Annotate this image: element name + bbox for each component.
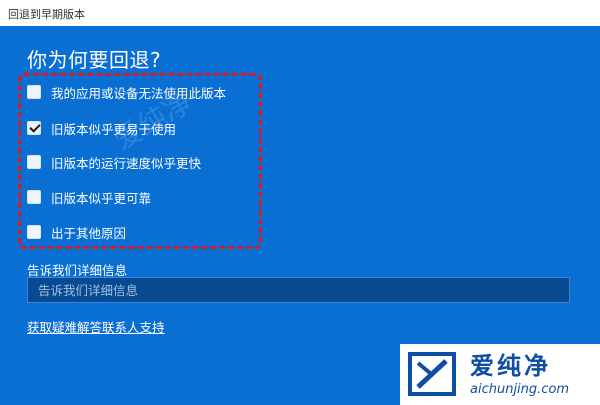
option-label: 我的应用或设备无法使用此版本 bbox=[51, 85, 227, 101]
checkbox-checked[interactable] bbox=[27, 121, 41, 135]
option-more-reliable[interactable]: 旧版本似乎更可靠 bbox=[27, 188, 151, 206]
option-label: 旧版本的运行速度似乎更快 bbox=[51, 155, 202, 171]
troubleshoot-support-link[interactable]: 获取疑难解答联系人支持 bbox=[27, 317, 165, 336]
checkbox[interactable] bbox=[27, 190, 41, 204]
checkbox[interactable] bbox=[27, 85, 41, 99]
option-easier-to-use[interactable]: 旧版本似乎更易于使用 bbox=[27, 119, 176, 137]
option-label: 旧版本似乎更可靠 bbox=[51, 190, 152, 206]
brand-name: 爱纯净 bbox=[470, 351, 551, 380]
brand-logo-icon bbox=[408, 351, 456, 396]
details-input[interactable] bbox=[27, 277, 570, 303]
page-title: 你为何要回退? bbox=[27, 48, 162, 72]
checkbox[interactable] bbox=[27, 225, 41, 239]
window-title: 回退到早期版本 bbox=[0, 0, 600, 26]
option-other-reason[interactable]: 出于其他原因 bbox=[27, 223, 126, 241]
option-faster[interactable]: 旧版本的运行速度似乎更快 bbox=[27, 153, 201, 171]
option-label: 出于其他原因 bbox=[51, 225, 127, 241]
option-app-device-incompatible[interactable]: 我的应用或设备无法使用此版本 bbox=[27, 83, 226, 101]
brand-url: aichunjing.com bbox=[470, 381, 570, 397]
watermark-badge: 爱纯净 aichunjing.com bbox=[400, 344, 600, 405]
checkbox[interactable] bbox=[27, 155, 41, 169]
option-label: 旧版本似乎更易于使用 bbox=[51, 121, 177, 137]
